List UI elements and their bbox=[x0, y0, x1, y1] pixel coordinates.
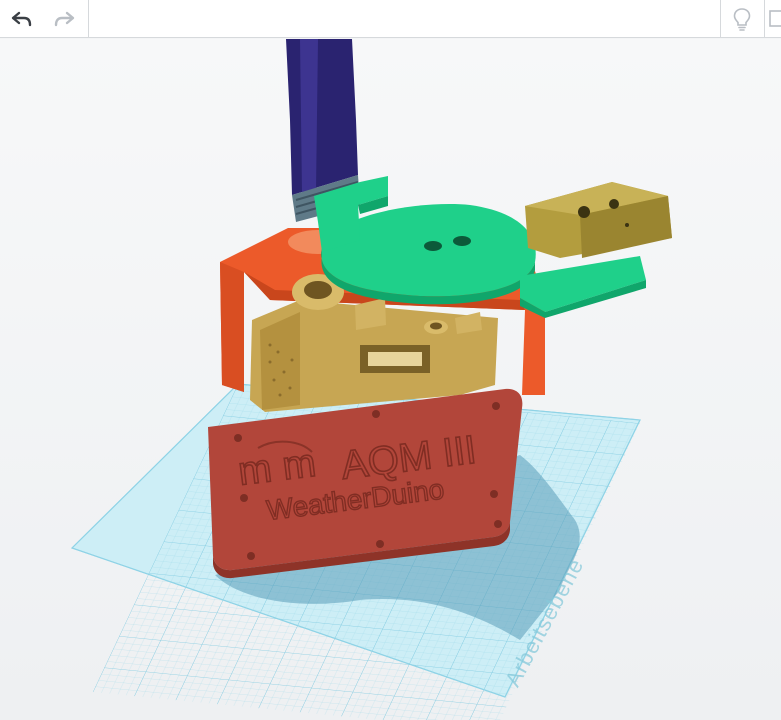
undo-arrow-icon bbox=[11, 10, 33, 28]
notes-button[interactable] bbox=[766, 0, 781, 37]
notes-icon bbox=[767, 9, 781, 29]
3d-scene[interactable]: m m AQM III WeatherDuino bbox=[0, 39, 781, 720]
lightbulb-icon bbox=[732, 7, 752, 31]
face-plate-logo: m m bbox=[236, 441, 319, 494]
bracket-part[interactable] bbox=[525, 182, 672, 258]
3d-viewport[interactable]: m m AQM III WeatherDuino Arbeitsebene bbox=[0, 39, 781, 720]
toolbar-divider bbox=[88, 0, 89, 37]
redo-button[interactable] bbox=[44, 0, 84, 37]
toolbar-divider bbox=[764, 0, 765, 37]
hint-button[interactable] bbox=[722, 0, 762, 37]
redo-arrow-icon bbox=[53, 10, 75, 28]
undo-button[interactable] bbox=[2, 0, 42, 37]
toolbar bbox=[0, 0, 781, 38]
toolbar-divider bbox=[720, 0, 721, 37]
